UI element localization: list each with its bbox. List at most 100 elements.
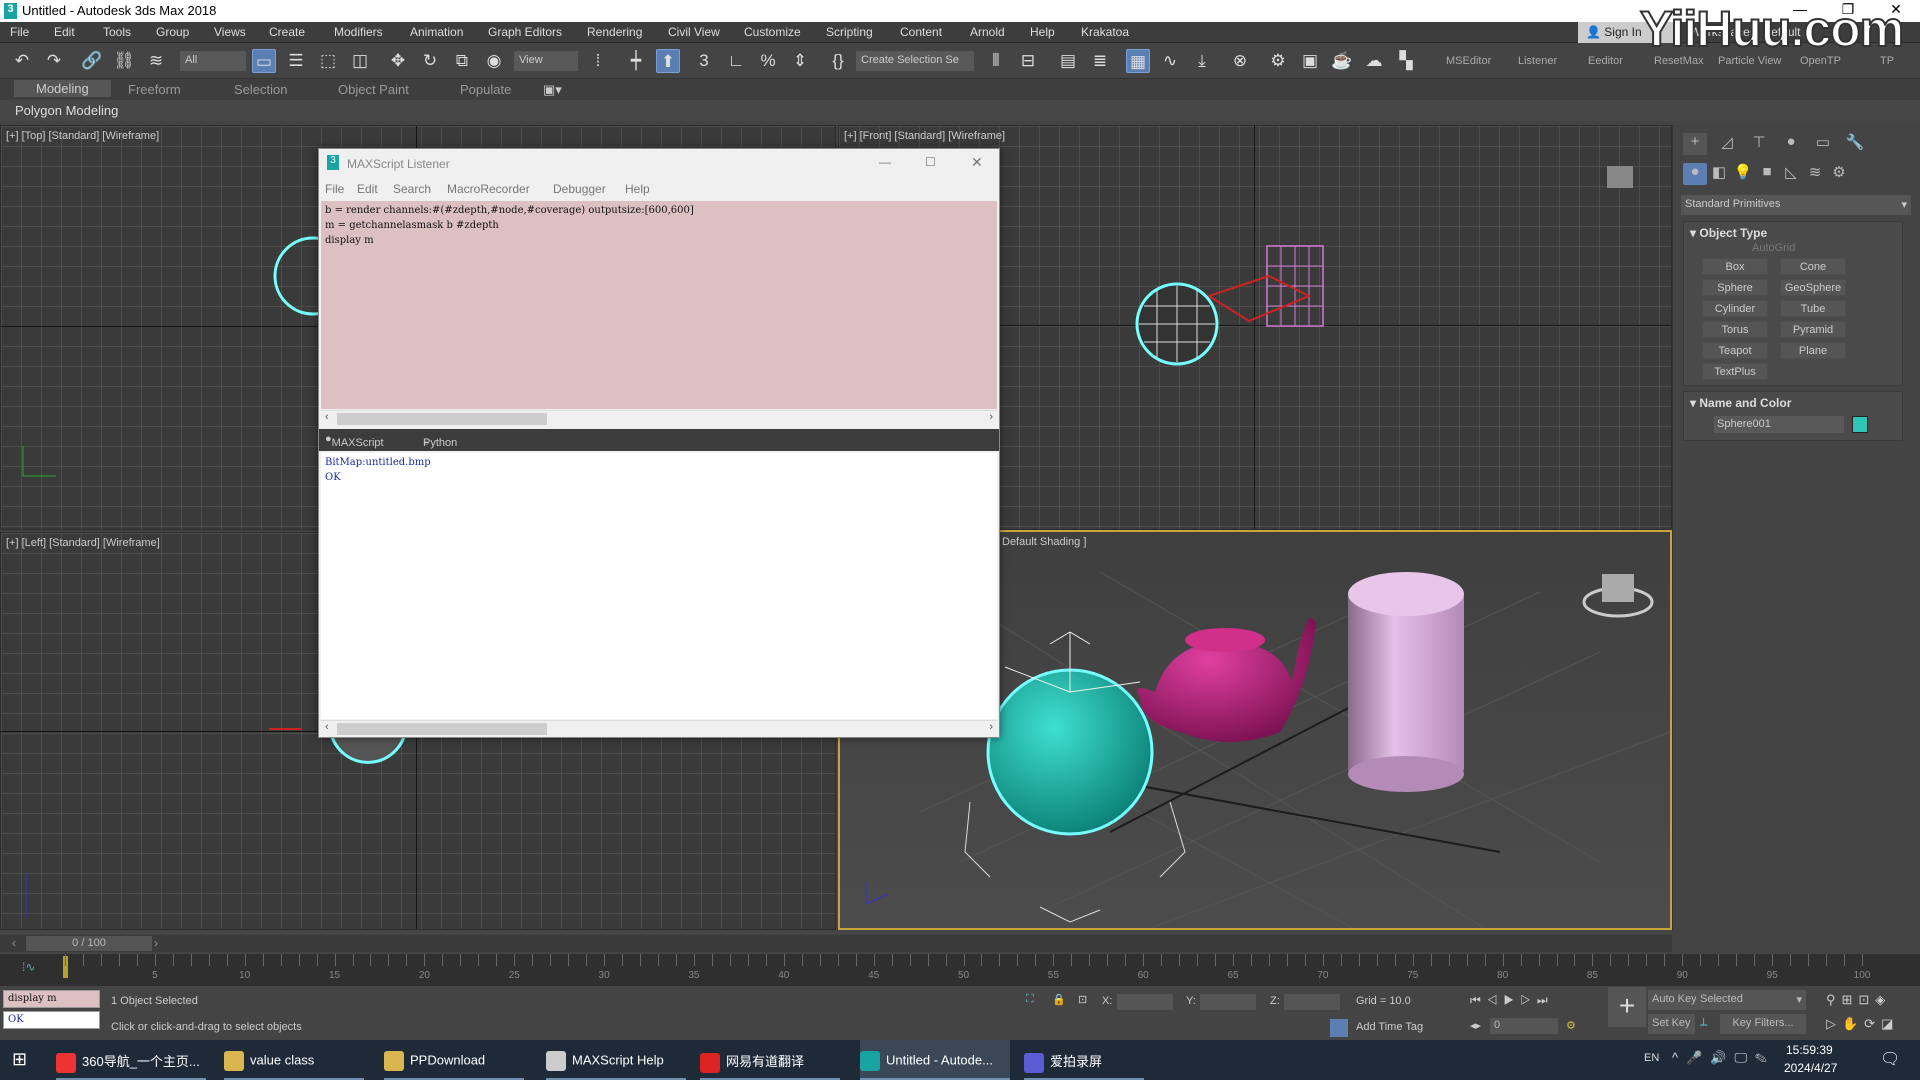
notification-icon[interactable]: 🗨: [1880, 1049, 1900, 1069]
menu-rendering[interactable]: Rendering: [587, 25, 642, 39]
select-by-name-icon[interactable]: ☰: [284, 49, 308, 73]
keyboard-shortcut-override-icon[interactable]: ⬆: [656, 49, 680, 73]
menu-content[interactable]: Content: [900, 25, 942, 39]
taskbar-item[interactable]: MAXScript Help: [546, 1040, 686, 1080]
mini-listener-input[interactable]: display m: [3, 990, 100, 1008]
input-language[interactable]: EN: [1644, 1052, 1659, 1064]
menu-scripting[interactable]: Scripting: [826, 25, 873, 39]
listener-output-pane[interactable]: BitMap:untitled.bmp OK: [321, 453, 997, 719]
menu-tools[interactable]: Tools: [103, 25, 131, 39]
shapes-icon[interactable]: ◧: [1707, 163, 1731, 185]
input-horizontal-scrollbar[interactable]: ‹ ›: [321, 410, 997, 426]
tab-object-paint[interactable]: Object Paint: [338, 82, 409, 97]
menu-group[interactable]: Group: [156, 25, 189, 39]
render-production-icon[interactable]: ☕: [1330, 49, 1354, 73]
ribbon-options-icon[interactable]: ▣▾: [543, 82, 562, 98]
category-dropdown[interactable]: Standard Primitives ▾: [1681, 195, 1911, 215]
menu-arnold[interactable]: Arnold: [970, 25, 1005, 39]
viewport-navigation-controls[interactable]: ⚲⊞⊡◈: [1826, 992, 1891, 1008]
curve-editor-icon[interactable]: ∿: [1158, 49, 1182, 73]
angle-snap-icon[interactable]: ∟: [724, 49, 748, 73]
layer-explorer-icon[interactable]: ≣: [1088, 49, 1112, 73]
create-textplus-button[interactable]: TextPlus: [1702, 363, 1768, 380]
set-key-button[interactable]: Set Key: [1648, 1014, 1695, 1034]
absolute-mode-icon[interactable]: ⊡: [1078, 993, 1087, 1006]
object-color-swatch[interactable]: [1852, 416, 1868, 433]
menu-animation[interactable]: Animation: [410, 25, 463, 39]
taskbar-item[interactable]: 爱拍录屏: [1024, 1040, 1144, 1080]
taskbar-item[interactable]: 网易有道翻译: [700, 1040, 840, 1080]
clock-time[interactable]: 15:59:39: [1786, 1043, 1833, 1057]
create-torus-button[interactable]: Torus: [1702, 321, 1768, 338]
render-setup-icon[interactable]: ⚙: [1266, 49, 1290, 73]
tray-icons[interactable]: ^🎤🔊🖵✎: [1672, 1050, 1775, 1066]
lights-icon[interactable]: 💡: [1731, 163, 1755, 185]
default-tangent-icon[interactable]: ⟂: [1700, 1016, 1707, 1029]
menu-graph-editors[interactable]: Graph Editors: [488, 25, 562, 39]
listener-menu-help[interactable]: Help: [625, 182, 650, 196]
track-bar[interactable]: ⁞∿ 5 10 15 20 25 30 35 40 45 50 55 60 65 70 75 80 85 90 95…: [0, 954, 1920, 986]
next-frame-button[interactable]: ›: [154, 936, 158, 950]
time-slider-thumb[interactable]: 0 / 100: [26, 936, 152, 951]
object-type-header[interactable]: ▾ Object Type: [1690, 226, 1767, 240]
polygon-modeling-label[interactable]: Polygon Modeling: [15, 103, 118, 118]
viewport-label-top[interactable]: [+] [Top] [Standard] [Wireframe]: [6, 130, 159, 142]
taskbar-item[interactable]: Untitled - Autode...: [860, 1040, 1010, 1080]
listener-menu-macrorecorder[interactable]: MacroRecorder: [447, 182, 530, 196]
y-coordinate-field[interactable]: [1200, 994, 1256, 1010]
spinner-snap-icon[interactable]: ⇕: [788, 49, 812, 73]
create-box-button[interactable]: Box: [1702, 258, 1768, 275]
create-cone-button[interactable]: Cone: [1780, 258, 1846, 275]
menu-modifiers[interactable]: Modifiers: [334, 25, 383, 39]
render-cloud-icon[interactable]: ☁: [1362, 49, 1386, 73]
geometry-icon[interactable]: ●: [1683, 163, 1707, 185]
key-mode-dropdown[interactable]: Selected ▾: [1696, 990, 1806, 1010]
create-cylinder-button[interactable]: Cylinder: [1702, 300, 1768, 317]
isolate-selection-icon[interactable]: ⛶: [1026, 993, 1034, 1006]
listener-input-pane[interactable]: b = render channels:#(#zdepth,#node,#cov…: [321, 201, 997, 409]
time-slider[interactable]: ‹ 0 / 100 ›: [0, 935, 1672, 952]
key-mode-toggle-icon[interactable]: ◂▸: [1470, 1019, 1481, 1032]
create-pyramid-button[interactable]: Pyramid: [1780, 321, 1846, 338]
playback-controls[interactable]: ⏮◁▶▷⏭: [1470, 993, 1554, 1008]
listener-menu-search[interactable]: Search: [393, 182, 431, 196]
material-editor-icon[interactable]: ⊗: [1228, 49, 1252, 73]
menu-krakatoa[interactable]: Krakatoa: [1081, 25, 1129, 39]
current-frame-field[interactable]: 0: [1490, 1018, 1558, 1034]
taskbar-item[interactable]: 360导航_一个主页...: [56, 1040, 206, 1080]
tab-freeform[interactable]: Freeform: [128, 82, 181, 97]
menu-file[interactable]: File: [10, 25, 29, 39]
ribbon-toggle-icon[interactable]: ▦: [1126, 49, 1150, 73]
utilities-tab-icon[interactable]: 🔧: [1843, 133, 1867, 155]
add-time-tag-button[interactable]: Add Time Tag: [1356, 1021, 1423, 1033]
helpers-icon[interactable]: ◺: [1779, 163, 1803, 185]
taskbar-item[interactable]: PPDownload: [384, 1040, 524, 1080]
undo-icon[interactable]: ↶: [10, 49, 34, 73]
unlink-icon[interactable]: ⛓: [112, 49, 136, 73]
autogrid-checkbox[interactable]: AutoGrid: [1752, 242, 1795, 254]
select-object-icon[interactable]: ▭: [252, 49, 276, 73]
listener-menu-file[interactable]: File: [325, 182, 344, 196]
selection-filter-dropdown[interactable]: All: [180, 51, 246, 71]
key-filters-button[interactable]: Key Filters...: [1720, 1014, 1806, 1034]
listener-button[interactable]: Listener: [1518, 55, 1557, 67]
motion-tab-icon[interactable]: ●: [1779, 133, 1803, 155]
scene-explorer-icon[interactable]: ▤: [1056, 49, 1080, 73]
listener-menu-edit[interactable]: Edit: [357, 182, 378, 196]
place-icon[interactable]: ◉: [482, 49, 506, 73]
modify-tab-icon[interactable]: ◿: [1715, 133, 1739, 155]
x-coordinate-field[interactable]: [1117, 994, 1173, 1010]
create-geosphere-button[interactable]: GeoSphere: [1780, 279, 1846, 296]
rendered-frame-window-icon[interactable]: ▣: [1298, 49, 1322, 73]
pivot-center-icon[interactable]: ⁞: [586, 49, 610, 73]
listener-menu-debugger[interactable]: Debugger: [553, 182, 606, 196]
curve-editor-mini-icon[interactable]: ⁞∿: [22, 960, 35, 974]
auto-key-button[interactable]: Auto Key: [1648, 990, 1701, 1010]
rotate-icon[interactable]: ↻: [418, 49, 442, 73]
close-button[interactable]: ✕: [971, 154, 983, 171]
tab-maxscript[interactable]: ● MAXScript: [325, 433, 384, 449]
cameras-icon[interactable]: ■: [1755, 163, 1779, 185]
minimize-button[interactable]: —: [879, 155, 891, 169]
systems-icon[interactable]: ⚙: [1827, 163, 1851, 185]
window-crossing-icon[interactable]: ◫: [348, 49, 372, 73]
